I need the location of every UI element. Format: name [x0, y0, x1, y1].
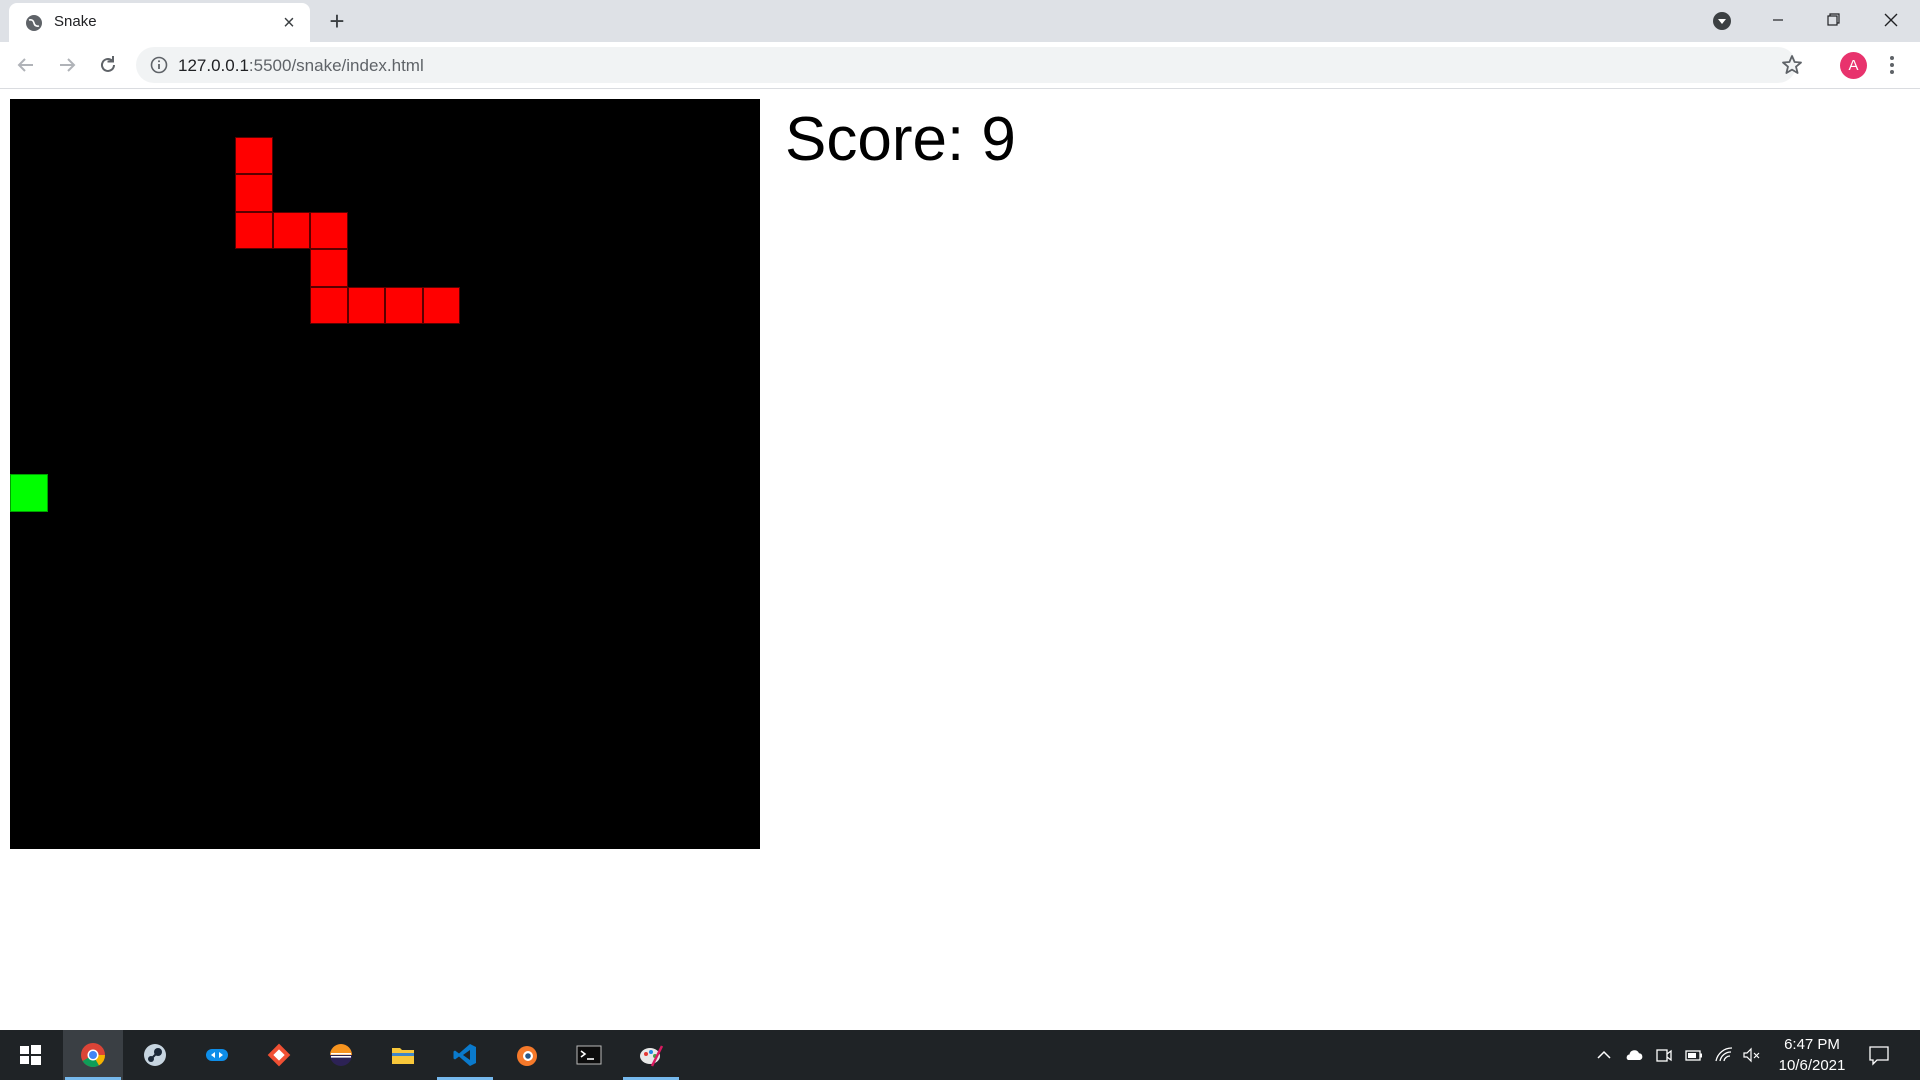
close-window-icon[interactable] — [1878, 8, 1904, 32]
taskbar-file-explorer[interactable] — [373, 1030, 433, 1080]
steam-icon — [144, 1044, 166, 1066]
battery-icon[interactable] — [1684, 1045, 1704, 1065]
globe-icon — [26, 15, 42, 31]
close-tab-icon[interactable]: × — [279, 13, 299, 33]
git-icon — [267, 1043, 291, 1067]
taskbar-eclipse[interactable] — [311, 1030, 371, 1080]
tab-title: Snake — [54, 13, 97, 30]
blender-icon — [517, 1046, 537, 1066]
url-host: 127.0.0.1 — [178, 56, 249, 75]
clock-date: 10/6/2021 — [1778, 1057, 1846, 1074]
tab-strip: Snake × + — [0, 0, 1920, 42]
snake-segment — [235, 136, 273, 174]
volume-muted-icon[interactable] — [1742, 1045, 1762, 1065]
taskbar-chrome[interactable] — [63, 1030, 123, 1080]
meet-now-icon[interactable] — [1654, 1045, 1674, 1065]
taskbar: 6:47 PM 10/6/2021 — [0, 1030, 1920, 1080]
start-button[interactable] — [0, 1030, 60, 1080]
taskbar-teamviewer[interactable] — [187, 1030, 247, 1080]
score-label: Score: 9 — [785, 105, 1016, 174]
terminal-icon — [576, 1045, 602, 1065]
url-text: 127.0.0.1:5500/snake/index.html — [178, 56, 424, 76]
snake-segment — [272, 211, 310, 249]
teamviewer-icon — [206, 1049, 228, 1061]
taskbar-vscode[interactable] — [435, 1030, 495, 1080]
snake-head — [422, 286, 460, 324]
vscode-icon — [453, 1044, 476, 1066]
snake-segment — [310, 211, 348, 249]
food-pellet — [10, 474, 48, 512]
onedrive-icon[interactable] — [1624, 1045, 1644, 1065]
reload-icon[interactable] — [96, 53, 120, 77]
tab-search-icon[interactable] — [1712, 11, 1732, 31]
more-menu-icon[interactable] — [1882, 54, 1902, 76]
restore-icon[interactable] — [1820, 8, 1846, 32]
chrome-icon — [81, 1043, 105, 1068]
taskbar-blender[interactable] — [497, 1030, 557, 1080]
new-tab-button[interactable]: + — [325, 8, 349, 34]
snake-segment — [347, 286, 385, 324]
snake-segment — [310, 249, 348, 287]
windows-start-icon — [20, 1045, 41, 1065]
paint-icon — [640, 1045, 664, 1067]
browser-tab[interactable]: Snake × — [9, 3, 310, 42]
taskbar-steam[interactable] — [125, 1030, 185, 1080]
taskbar-terminal[interactable] — [559, 1030, 619, 1080]
snake-segment — [310, 286, 348, 324]
taskbar-paint[interactable] — [621, 1030, 681, 1080]
clock-time: 6:47 PM — [1784, 1036, 1840, 1053]
address-bar[interactable]: 127.0.0.1:5500/snake/index.html — [136, 47, 1796, 83]
notification-center-icon[interactable] — [1868, 1044, 1890, 1066]
snake-segment — [385, 286, 423, 324]
wifi-icon[interactable] — [1714, 1045, 1734, 1065]
taskbar-git[interactable] — [249, 1030, 309, 1080]
browser-toolbar: 127.0.0.1:5500/snake/index.html A — [0, 42, 1920, 89]
forward-icon[interactable] — [55, 53, 79, 77]
chevron-up-icon[interactable] — [1594, 1045, 1614, 1065]
system-clock[interactable]: 6:47 PM 10/6/2021 — [1760, 1034, 1864, 1076]
game-canvas[interactable] — [10, 99, 760, 849]
profile-avatar[interactable]: A — [1840, 52, 1867, 79]
back-icon[interactable] — [14, 53, 38, 77]
url-path: :5500/snake/index.html — [248, 56, 424, 75]
eclipse-icon — [330, 1044, 352, 1066]
bookmark-star-icon[interactable] — [1780, 53, 1804, 77]
snake-segment — [235, 174, 273, 212]
info-icon[interactable] — [150, 56, 168, 74]
file-explorer-icon — [392, 1048, 414, 1064]
minimize-icon[interactable] — [1765, 8, 1791, 32]
snake-segment — [235, 211, 273, 249]
